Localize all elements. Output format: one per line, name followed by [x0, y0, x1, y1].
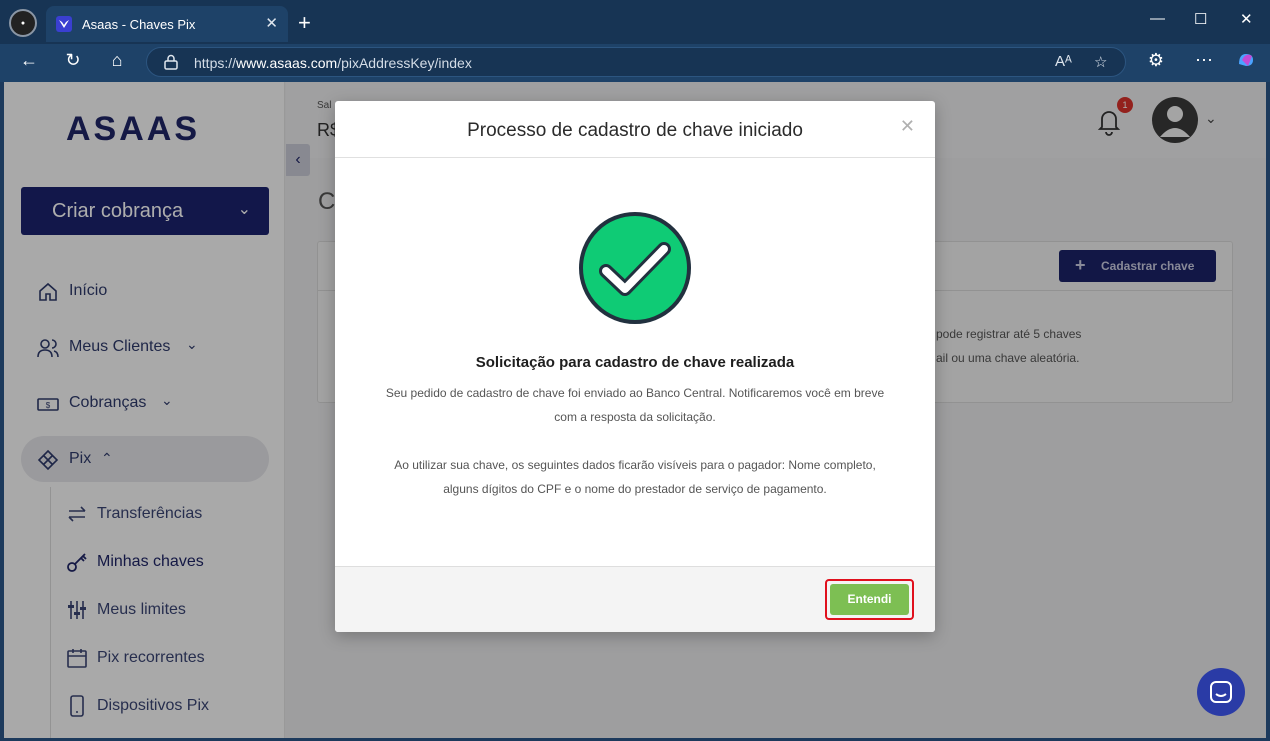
page-content: Sal R$ ASAAS Criar cobrança ⌄ Início Meu…: [4, 82, 1266, 738]
url-text: https://www.asaas.com/pixAddressKey/inde…: [194, 55, 472, 71]
reload-icon[interactable]: ↻: [61, 50, 85, 71]
modal-subtitle: Solicitação para cadastro de chave reali…: [475, 354, 795, 371]
browser-title-bar: ● Asaas - Chaves Pix ✕ + — ☐ ✕: [0, 0, 1270, 44]
favorite-star-icon[interactable]: ☆: [1094, 53, 1107, 71]
browser-nav-bar: ← ↻ ⌂ https://www.asaas.com/pixAddressKe…: [0, 44, 1270, 82]
asaas-favicon-icon: [56, 16, 72, 32]
chat-support-button[interactable]: [1197, 668, 1245, 716]
tab-title: Asaas - Chaves Pix: [82, 17, 196, 32]
close-window-icon[interactable]: ✕: [1240, 10, 1253, 28]
key-registration-modal: Processo de cadastro de chave iniciado ✕…: [335, 101, 935, 632]
modal-footer: Entendi: [335, 566, 935, 632]
close-icon[interactable]: ✕: [900, 116, 915, 137]
lock-icon: [164, 54, 178, 70]
more-menu-icon[interactable]: ⋯: [1192, 50, 1216, 71]
modal-paragraph-2-line-1: Ao utilizar sua chave, os seguintes dado…: [394, 458, 876, 472]
modal-paragraph-1-line-2: com a resposta da solicitação.: [554, 410, 716, 424]
maximize-icon[interactable]: ☐: [1194, 10, 1207, 28]
back-icon[interactable]: ←: [17, 50, 41, 71]
read-aloud-icon[interactable]: Aᴬ: [1055, 53, 1072, 70]
browser-tab[interactable]: Asaas - Chaves Pix ✕: [46, 6, 288, 42]
modal-title: Processo de cadastro de chave iniciado: [467, 120, 803, 141]
modal-header: Processo de cadastro de chave iniciado ✕: [335, 101, 935, 158]
copilot-icon[interactable]: [1234, 50, 1258, 75]
highlight-box: Entendi: [825, 579, 914, 620]
home-icon[interactable]: ⌂: [105, 50, 129, 71]
modal-paragraph-1-line-1: Seu pedido de cadastro de chave foi envi…: [385, 386, 885, 400]
address-bar[interactable]: https://www.asaas.com/pixAddressKey/inde…: [146, 47, 1126, 77]
success-check-icon: [579, 212, 691, 324]
tab-close-icon[interactable]: ✕: [265, 14, 278, 32]
understood-button[interactable]: Entendi: [830, 584, 909, 615]
browser-profile-avatar[interactable]: ●: [9, 9, 37, 37]
modal-paragraph-2-line-2: alguns dígitos do CPF e o nome do presta…: [443, 482, 827, 496]
new-tab-icon[interactable]: +: [298, 10, 311, 36]
minimize-icon[interactable]: —: [1150, 10, 1165, 27]
extensions-icon[interactable]: ⚙: [1144, 50, 1168, 71]
chat-icon: [1210, 681, 1232, 703]
